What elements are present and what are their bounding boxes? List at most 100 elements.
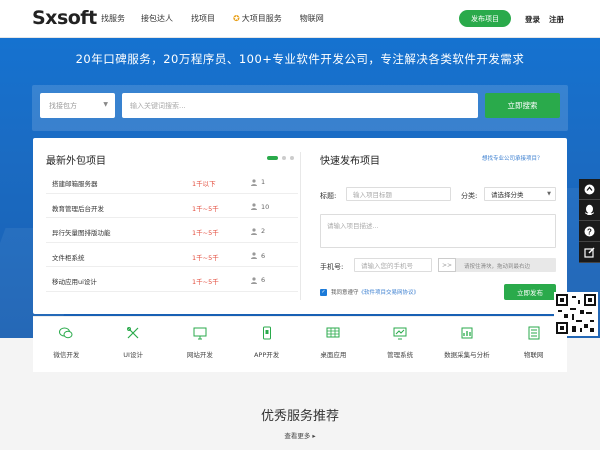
site-logo[interactable]: Sxsoft — [32, 7, 97, 29]
project-budget: 1千~5千 — [192, 229, 219, 237]
category-ui[interactable]: UI设计 — [100, 317, 167, 372]
bidder-count-value: 1 — [261, 178, 266, 186]
publish-project-button[interactable]: 发布项目 — [459, 10, 511, 27]
user-icon — [251, 276, 257, 284]
main-card: 最新外包项目 搭建邮箱服务器 1千以下 1 教育管理后台开发 1千~5千 10 — [33, 138, 567, 314]
phone-input[interactable]: 请输入您的手机号 — [354, 258, 432, 272]
project-name[interactable]: 移动应用ui设计 — [52, 276, 97, 286]
bidder-count-value: 6 — [261, 276, 266, 284]
search-type-select[interactable]: 找接包方 ▼ — [40, 93, 115, 118]
user-icon — [251, 252, 257, 259]
hero-title: 20年口碑服务，20万程序员、100+专业软件开发公司，专注解决各类软件开发需求 — [75, 52, 525, 66]
design-icon — [127, 327, 139, 339]
bidder-count: 6 — [251, 252, 265, 260]
user-icon — [251, 227, 257, 235]
agree-text: 我同意遵守 — [331, 290, 359, 296]
monitor-icon — [193, 327, 207, 340]
wechat-icon — [59, 327, 73, 339]
phone-icon — [262, 326, 271, 340]
category-web[interactable]: 网站开发 — [167, 317, 234, 372]
category-label: 网站开发 — [186, 351, 213, 359]
database-icon — [461, 327, 473, 339]
latest-projects-title: 最新外包项目 — [46, 156, 106, 167]
bidder-count: 1 — [251, 178, 265, 186]
latest-projects: 最新外包项目 搭建邮箱服务器 1千以下 1 教育管理后台开发 1千~5千 10 — [46, 152, 298, 292]
feedback-button[interactable] — [579, 242, 600, 263]
chevron-down-icon: ▼ — [547, 191, 551, 197]
category-management[interactable]: 管理系统 — [367, 317, 434, 372]
category-app[interactable]: APP开发 — [233, 317, 300, 372]
nav-iot[interactable]: 物联网 — [300, 13, 324, 24]
category-label: UI设计 — [123, 351, 143, 359]
svg-text:?: ? — [587, 227, 592, 236]
list-item[interactable]: 异行矢量图排版功能 1千~5千 2 — [46, 218, 298, 243]
list-item[interactable]: 移动应用ui设计 1千~5千 6 — [46, 267, 298, 292]
carousel-dots — [267, 156, 294, 160]
category-label: 分类: — [461, 192, 478, 200]
iot-icon — [528, 326, 540, 340]
category-label: 物联网 — [523, 351, 544, 359]
slider-hint: 请按住滑块，拖动到最右边 — [464, 264, 531, 270]
category-bar: 微信开发 UI设计 网站开发 APP开发 桌面应用 管理系统 数据采集与分析 物… — [33, 316, 567, 372]
nav-big-project-label: 大项目服务 — [241, 14, 282, 23]
nav-big-project[interactable]: ✪ 大项目服务 — [233, 13, 282, 24]
bidder-count-value: 10 — [261, 202, 270, 211]
find-company-link[interactable]: 想找专业公司承接项目？ — [482, 154, 543, 162]
user-icon — [251, 203, 257, 210]
submit-publish-button[interactable]: 立即发布 — [504, 284, 556, 300]
category-label: APP开发 — [253, 351, 280, 359]
category-wechat[interactable]: 微信开发 — [33, 317, 100, 372]
category-label: 桌面应用 — [320, 351, 347, 359]
search-type-value: 找接包方 — [49, 101, 77, 110]
project-title-input[interactable]: 输入项目标题 — [346, 187, 451, 201]
carousel-dot[interactable] — [282, 156, 286, 160]
project-name[interactable]: 搭建邮箱服务器 — [52, 178, 98, 188]
user-icon — [251, 178, 257, 186]
category-data[interactable]: 数据采集与分析 — [434, 317, 501, 372]
category-label: 管理系统 — [387, 351, 414, 359]
qq-icon — [585, 204, 594, 215]
column-divider — [300, 152, 301, 300]
bidder-count-value: 6 — [261, 251, 266, 260]
search-bar: 找接包方 ▼ 输入关键词搜索... 立即搜索 — [32, 85, 568, 131]
category-value: 请选择分类 — [491, 191, 524, 199]
register-link[interactable]: 注册 — [549, 14, 564, 25]
list-item[interactable]: 文件柜系统 1千~5千 6 — [46, 243, 298, 267]
qr-code — [554, 292, 598, 336]
project-budget: 1千以下 — [192, 180, 216, 188]
project-description-input[interactable]: 请输入项目描述... — [320, 214, 556, 248]
nav-find-project[interactable]: 找项目 — [191, 13, 215, 24]
view-more-link[interactable]: 查看更多 ▸ — [0, 430, 600, 440]
agreement-link[interactable]: 《软件项目交易网协议》 — [359, 288, 420, 296]
list-item[interactable]: 搭建邮箱服务器 1千以下 1 — [46, 169, 298, 194]
top-header: Sxsoft 找服务 接包达人 找项目 ✪ 大项目服务 物联网 发布项目 登录 … — [0, 0, 600, 38]
captcha-slider[interactable]: >> 请按住滑块，拖动到最右边 — [438, 258, 556, 272]
logo-text: Sxsoft — [32, 7, 97, 29]
nav-find-service[interactable]: 找服务 — [101, 13, 125, 24]
help-button[interactable]: ? — [579, 221, 600, 242]
project-name[interactable]: 教育管理后台开发 — [52, 203, 104, 213]
carousel-dot[interactable] — [290, 156, 294, 160]
qr-code-image — [556, 294, 596, 334]
category-desktop[interactable]: 桌面应用 — [300, 317, 367, 372]
project-budget: 1千~5千 — [192, 278, 219, 286]
qq-button[interactable] — [579, 200, 600, 221]
login-link[interactable]: 登录 — [525, 14, 540, 25]
nav-contractor[interactable]: 接包达人 — [141, 13, 173, 24]
search-button[interactable]: 立即搜索 — [485, 93, 560, 118]
project-name[interactable]: 异行矢量图排版功能 — [52, 227, 111, 237]
phone-label: 手机号: — [320, 263, 344, 271]
star-icon: ✪ — [233, 14, 240, 23]
carousel-dot[interactable] — [267, 156, 278, 160]
bidder-count: 6 — [251, 276, 265, 284]
title-label: 标题: — [320, 192, 337, 200]
agree-checkbox[interactable]: ✓ — [320, 288, 327, 296]
project-list: 搭建邮箱服务器 1千以下 1 教育管理后台开发 1千~5千 10 异行矢量图排版… — [46, 169, 298, 292]
back-to-top-button[interactable] — [579, 179, 600, 200]
project-name[interactable]: 文件柜系统 — [52, 252, 85, 262]
category-select[interactable]: 请选择分类 ▼ — [484, 187, 556, 201]
category-label: 数据采集与分析 — [444, 351, 490, 359]
slider-handle[interactable]: >> — [438, 258, 456, 272]
list-item[interactable]: 教育管理后台开发 1千~5千 10 — [46, 194, 298, 218]
search-input[interactable]: 输入关键词搜索... — [122, 93, 478, 118]
